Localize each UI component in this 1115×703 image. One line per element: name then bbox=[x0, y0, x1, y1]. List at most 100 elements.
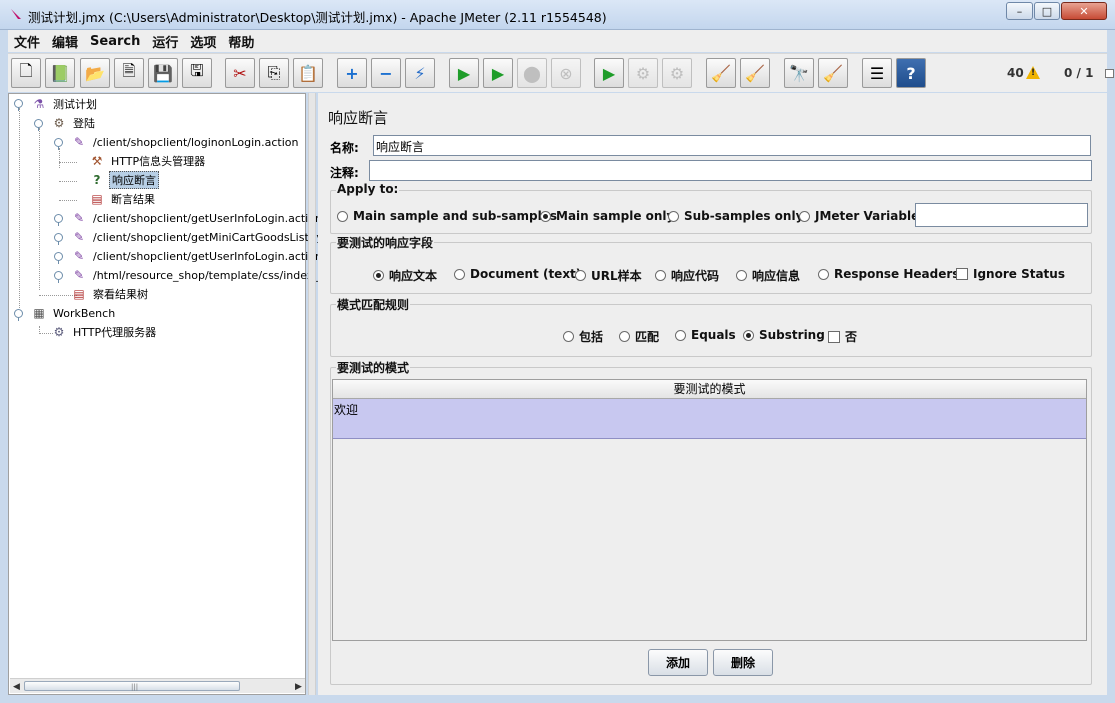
close-button[interactable]: 🗎 bbox=[114, 58, 144, 88]
search-button[interactable]: 🔭 bbox=[784, 58, 814, 88]
pattern-rules-title: 模式匹配规则 bbox=[336, 296, 411, 313]
split-pane-divider[interactable] bbox=[308, 93, 316, 695]
table-row[interactable]: 欢迎 bbox=[333, 399, 1086, 439]
close-window-button[interactable]: ✕ bbox=[1061, 2, 1107, 20]
error-count: 40 bbox=[1007, 66, 1024, 80]
apply-main-only-radio[interactable]: Main sample only bbox=[540, 209, 674, 223]
save-as-button[interactable]: 🖫 bbox=[182, 58, 212, 88]
tree-toggle-sampler-2[interactable] bbox=[54, 214, 63, 226]
remote-start-button[interactable]: ▶ bbox=[594, 58, 624, 88]
rule-substring-radio[interactable]: Substring bbox=[743, 328, 825, 342]
cut-icon: ✂ bbox=[233, 63, 247, 83]
menu-edit[interactable]: 编辑 bbox=[46, 32, 84, 51]
tree-toggle-test-plan[interactable] bbox=[14, 99, 23, 111]
tree-node-sampler[interactable]: ✎ /client/shopclient/getUserInfoLogin.ac… bbox=[71, 247, 324, 265]
tree-node-workbench[interactable]: ▦ WorkBench bbox=[31, 304, 117, 322]
menu-run[interactable]: 运行 bbox=[146, 32, 184, 51]
apply-main-and-sub-radio[interactable]: Main sample and sub-samples bbox=[337, 209, 557, 223]
scroll-left-icon[interactable]: ◀ bbox=[10, 680, 23, 693]
function-helper-button[interactable]: ☰ bbox=[862, 58, 892, 88]
minimize-button[interactable]: – bbox=[1006, 2, 1033, 20]
help-button[interactable]: ? bbox=[896, 58, 926, 88]
listener-icon: ▤ bbox=[91, 192, 103, 206]
save-button[interactable]: 💾 bbox=[148, 58, 178, 88]
field-response-text-radio[interactable]: 响应文本 bbox=[373, 267, 437, 284]
menu-search[interactable]: Search bbox=[84, 34, 146, 49]
stop-button[interactable]: ⬤ bbox=[517, 58, 547, 88]
reset-search-button[interactable]: 🧹 bbox=[818, 58, 848, 88]
rule-equals-radio[interactable]: Equals bbox=[675, 328, 736, 342]
start-no-pauses-button[interactable]: ▶ bbox=[483, 58, 513, 88]
field-url-sample-radio[interactable]: URL样本 bbox=[575, 267, 642, 284]
patterns-table-header[interactable]: 要测试的模式 bbox=[333, 380, 1086, 399]
shutdown-icon: ⊗ bbox=[559, 63, 573, 83]
tree-node-response-assertion[interactable]: ? 响应断言 bbox=[89, 171, 159, 189]
tree-node-test-plan[interactable]: ⚗ 测试计划 bbox=[31, 95, 99, 113]
warning-icon[interactable]: ! bbox=[1026, 66, 1040, 79]
rule-contains-radio[interactable]: 包括 bbox=[563, 328, 603, 345]
field-document-text-radio[interactable]: Document (text) bbox=[454, 267, 581, 281]
start-button[interactable]: ▶ bbox=[449, 58, 479, 88]
scrollbar-thumb[interactable]: ||| bbox=[24, 681, 240, 691]
tree-node-header-manager[interactable]: ⚒ HTTP信息头管理器 bbox=[89, 152, 207, 170]
expand-button[interactable]: + bbox=[337, 58, 367, 88]
remote-start-icon: ▶ bbox=[602, 63, 616, 83]
jmeter-variable-field[interactable] bbox=[915, 203, 1088, 227]
new-button[interactable]: 🗋 bbox=[11, 58, 41, 88]
sampler-pipette-icon: ✎ bbox=[73, 249, 85, 263]
save-icon: 💾 bbox=[153, 63, 173, 83]
clear-all-button[interactable]: 🧹 bbox=[740, 58, 770, 88]
tree-toggle-sampler-3[interactable] bbox=[54, 233, 63, 245]
menu-options[interactable]: 选项 bbox=[184, 32, 222, 51]
rule-not-checkbox[interactable]: 否 bbox=[828, 328, 857, 345]
paste-button[interactable]: 📋 bbox=[293, 58, 323, 88]
workbench-icon: ▦ bbox=[33, 306, 45, 320]
remote-stop-button[interactable]: ⚙ bbox=[628, 58, 658, 88]
tree-node-sampler[interactable]: ✎ /client/shopclient/loginonLogin.action bbox=[71, 133, 301, 151]
tree-node-view-results-tree[interactable]: ▤ 察看结果树 bbox=[71, 285, 150, 303]
collapse-button[interactable]: − bbox=[371, 58, 401, 88]
maximize-button[interactable]: □ bbox=[1034, 2, 1060, 20]
tree-node-sampler[interactable]: ✎ /client/shopclient/getUserInfoLogin.ac… bbox=[71, 209, 324, 227]
patterns-table[interactable]: 要测试的模式 欢迎 bbox=[332, 379, 1087, 641]
paste-icon: 📋 bbox=[298, 63, 318, 83]
menu-bar: 文件 编辑 Search 运行 选项 帮助 bbox=[8, 30, 1107, 52]
add-button[interactable]: 添加 bbox=[648, 649, 708, 676]
tree-toggle-workbench[interactable] bbox=[14, 309, 23, 321]
menu-help[interactable]: 帮助 bbox=[222, 32, 260, 51]
tree-toggle-login-sampler[interactable] bbox=[54, 138, 63, 150]
toggle-button[interactable]: ⚡ bbox=[405, 58, 435, 88]
tree-toggle-login-group[interactable] bbox=[34, 119, 43, 131]
cut-button[interactable]: ✂ bbox=[225, 58, 255, 88]
rule-matches-radio[interactable]: 匹配 bbox=[619, 328, 659, 345]
tree-node-login-group[interactable]: ⚙ 登陆 bbox=[51, 114, 97, 132]
flask-icon: ⚗ bbox=[33, 97, 45, 111]
templates-button[interactable]: 📗 bbox=[45, 58, 75, 88]
field-response-headers-radio[interactable]: Response Headers bbox=[818, 267, 959, 281]
apply-jmeter-variable-radio[interactable]: JMeter Variable bbox=[799, 209, 919, 223]
tree-toggle-sampler-4[interactable] bbox=[54, 252, 63, 264]
ignore-status-checkbox[interactable]: Ignore Status bbox=[956, 267, 1065, 281]
clear-button[interactable]: 🧹 bbox=[706, 58, 736, 88]
field-response-message-radio[interactable]: 响应信息 bbox=[736, 267, 800, 284]
apply-sub-only-radio[interactable]: Sub-samples only bbox=[668, 209, 803, 223]
thread-counter: 0 / 1 bbox=[1064, 66, 1094, 80]
sampler-pipette-icon: ✎ bbox=[73, 135, 85, 149]
shutdown-button[interactable]: ⊗ bbox=[551, 58, 581, 88]
delete-button[interactable]: 删除 bbox=[713, 649, 773, 676]
tree-node-sampler[interactable]: ✎ /client/shopclient/getMiniCartGoodsLis… bbox=[71, 228, 341, 246]
tree-toggle-sampler-5[interactable] bbox=[54, 271, 63, 283]
tree-node-http-proxy[interactable]: ⚙ HTTP代理服务器 bbox=[51, 323, 158, 341]
comment-field[interactable] bbox=[369, 160, 1092, 181]
scroll-right-icon[interactable]: ▶ bbox=[292, 680, 305, 693]
remote-shutdown-button[interactable]: ⚙ bbox=[662, 58, 692, 88]
tree-node-assertion-results[interactable]: ▤ 断言结果 bbox=[89, 190, 157, 208]
copy-button[interactable]: ⎘ bbox=[259, 58, 289, 88]
name-field[interactable]: 响应断言 bbox=[373, 135, 1091, 156]
field-response-code-radio[interactable]: 响应代码 bbox=[655, 267, 719, 284]
close-file-icon: 🗎 bbox=[122, 60, 136, 80]
menu-file[interactable]: 文件 bbox=[8, 32, 46, 51]
tree-node-sampler[interactable]: ✎ /html/resource_shop/template/css/index… bbox=[71, 266, 335, 284]
open-button[interactable]: 📂 bbox=[80, 58, 110, 88]
tree-horizontal-scrollbar[interactable]: ◀ ||| ▶ bbox=[10, 678, 305, 693]
